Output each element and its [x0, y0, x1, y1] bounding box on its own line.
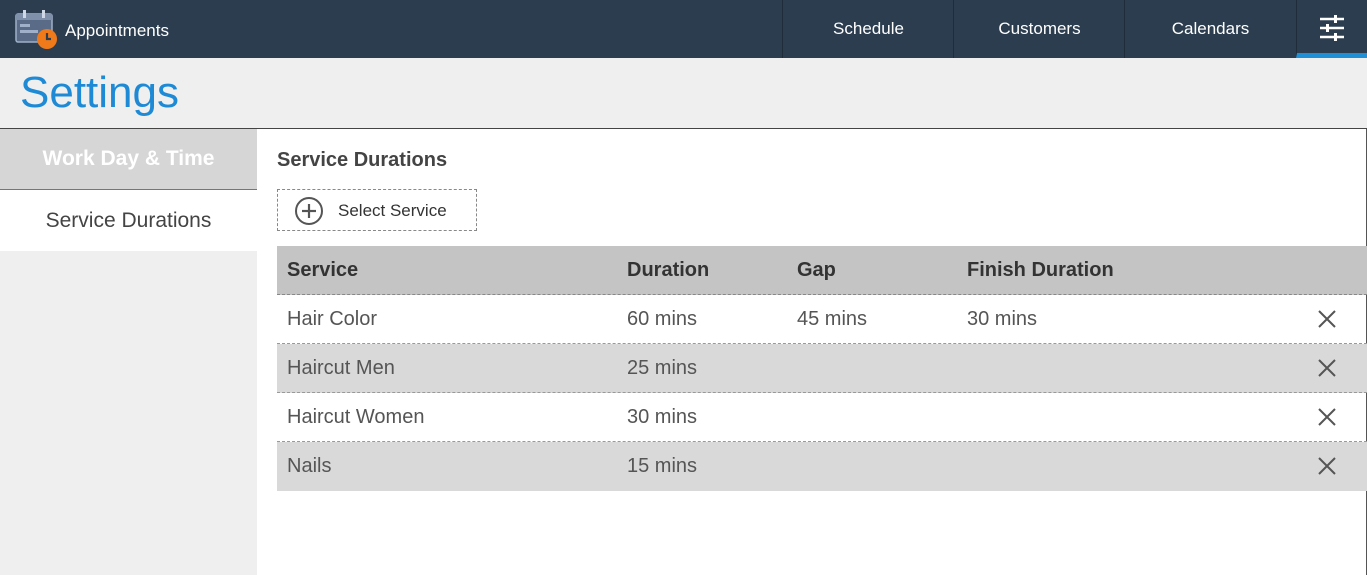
- select-service-button[interactable]: Select Service: [277, 189, 477, 231]
- cell-duration: 15 mins: [627, 455, 698, 477]
- top-app-bar: Appointments Schedule Customers Calendar…: [0, 0, 1367, 58]
- nav-calendars[interactable]: Calendars: [1124, 0, 1296, 58]
- table-row[interactable]: Haircut Women 30 mins: [277, 393, 1367, 442]
- column-header-service: Service: [287, 259, 359, 281]
- close-icon[interactable]: [1317, 358, 1337, 378]
- table-row[interactable]: Haircut Men 25 mins: [277, 344, 1367, 393]
- cell-duration: 60 mins: [627, 308, 698, 330]
- nav-customers[interactable]: Customers: [953, 0, 1125, 58]
- table-row[interactable]: Hair Color 60 mins 45 mins 30 mins: [277, 295, 1367, 344]
- table-header-row: Service Duration Gap Finish Duration: [277, 246, 1367, 295]
- app-title: Appointments: [65, 21, 169, 40]
- cell-duration: 25 mins: [627, 357, 698, 379]
- section-title: Service Durations: [277, 149, 448, 171]
- sidebar-item-service-durations[interactable]: Service Durations: [0, 190, 257, 251]
- close-icon[interactable]: [1317, 407, 1337, 427]
- plus-circle-icon: [295, 197, 323, 225]
- sliders-icon: [1320, 14, 1344, 41]
- cell-finish-duration: 30 mins: [967, 308, 1038, 330]
- select-service-label: Select Service: [338, 201, 447, 220]
- cell-service: Haircut Men: [287, 357, 395, 379]
- nav-schedule[interactable]: Schedule: [782, 0, 954, 58]
- sidebar: Work Day & Time Service Durations: [0, 129, 257, 575]
- page-title: Settings: [20, 68, 179, 117]
- cell-duration: 30 mins: [627, 406, 698, 428]
- calendar-clock-icon[interactable]: [14, 8, 58, 50]
- column-header-finish-duration: Finish Duration: [967, 259, 1114, 281]
- sidebar-item-work-day-time[interactable]: Work Day & Time: [0, 129, 257, 190]
- close-icon[interactable]: [1317, 309, 1337, 329]
- nav-settings[interactable]: [1296, 0, 1367, 58]
- cell-service: Hair Color: [287, 308, 378, 330]
- cell-service: Haircut Women: [287, 406, 425, 428]
- service-durations-table: Service Duration Gap Finish Duration Hai…: [277, 246, 1367, 491]
- column-header-gap: Gap: [797, 259, 836, 281]
- main-content: Service Durations Select Service Service…: [257, 129, 1367, 575]
- cell-service: Nails: [287, 455, 332, 477]
- table-row[interactable]: Nails 15 mins: [277, 442, 1367, 491]
- close-icon[interactable]: [1317, 456, 1337, 476]
- cell-gap: 45 mins: [797, 308, 868, 330]
- column-header-duration: Duration: [627, 259, 710, 281]
